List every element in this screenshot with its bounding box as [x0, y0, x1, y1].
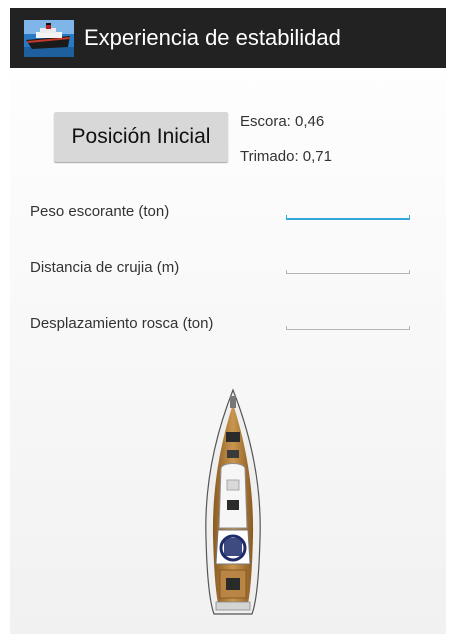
heeling-weight-input[interactable] [286, 202, 410, 220]
trim-readout: Trimado: 0,71 [240, 148, 332, 165]
heel-readout: Escora: 0,46 [240, 113, 325, 130]
input-underline [286, 273, 410, 274]
action-bar: Experiencia de estabilidad [10, 8, 446, 68]
app-title: Experiencia de estabilidad [84, 25, 341, 50]
input-underline [286, 329, 410, 330]
lightship-displacement-label: Desplazamiento rosca (ton) [30, 315, 214, 332]
lightship-displacement-input[interactable] [286, 312, 410, 330]
input-underline [286, 218, 410, 220]
initial-position-button[interactable]: Posición Inicial [54, 112, 228, 162]
sailboat-image [205, 388, 261, 615]
ship-icon[interactable] [24, 20, 74, 57]
app-screen: Experiencia de estabilidad Posición Inic… [10, 8, 446, 634]
centerline-distance-label: Distancia de crujia (m) [30, 259, 180, 276]
centerline-distance-input[interactable] [286, 256, 410, 274]
heeling-weight-label: Peso escorante (ton) [30, 203, 170, 220]
